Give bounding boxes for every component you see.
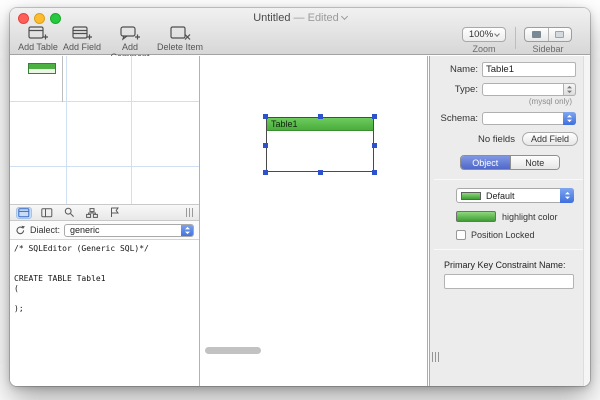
grid-line <box>10 166 199 167</box>
sql-editor[interactable]: /* SQLEditor (Generic SQL)*/ CREATE TABL… <box>10 240 199 386</box>
type-note: (mysql only) <box>528 97 572 106</box>
delete-item-button[interactable]: Delete Item <box>156 25 204 52</box>
inspector-sidebar: Name: Type: (mysql only) Schema: No fiel… <box>429 56 590 386</box>
highlight-color-well[interactable] <box>456 211 496 222</box>
table-view-icon[interactable] <box>16 206 32 219</box>
object-note-tabs: Object Note <box>460 155 560 170</box>
hierarchy-icon[interactable] <box>84 207 100 219</box>
name-label: Name: <box>450 64 478 75</box>
pane-resize-grip[interactable] <box>432 352 439 362</box>
add-field-label: Add Field <box>62 42 102 52</box>
sidebar-toggle-right[interactable] <box>547 28 572 41</box>
sql-line: ); <box>14 304 24 313</box>
selection-handle-s[interactable] <box>318 170 323 175</box>
add-table-label: Add Table <box>18 42 58 52</box>
sidebar-visible-icon <box>531 31 541 38</box>
mini-table-object[interactable] <box>28 63 56 74</box>
stepper-arrows-icon <box>563 83 576 96</box>
dialect-popup[interactable]: generic <box>64 223 194 237</box>
selection-handle-se[interactable] <box>372 170 377 175</box>
chevron-down-icon[interactable] <box>340 12 348 21</box>
columns-view-icon[interactable] <box>39 207 55 219</box>
sql-line <box>14 294 195 304</box>
toolbar-separator <box>515 27 516 49</box>
schema-popup[interactable] <box>482 112 576 125</box>
divider <box>434 249 586 250</box>
highlight-color-label: highlight color <box>502 211 558 222</box>
diagram-canvas[interactable]: Table1 <box>201 56 428 386</box>
add-table-button[interactable]: Add Table <box>16 25 60 52</box>
table-object[interactable]: Table1 <box>263 114 377 175</box>
dialect-label: Dialect: <box>30 225 61 235</box>
pane-drag-handle[interactable] <box>186 208 193 217</box>
primary-key-constraint-label: Primary Key Constraint Name: <box>444 260 566 270</box>
color-swatch <box>461 191 481 200</box>
tab-object[interactable]: Object <box>461 156 510 169</box>
sidebar-toggle <box>524 27 572 42</box>
sql-line <box>14 264 195 274</box>
color-popup[interactable]: Default <box>456 188 574 203</box>
grid-line <box>66 56 67 204</box>
color-value: Default <box>486 190 515 201</box>
sidebar-label: Sidebar <box>532 44 564 54</box>
chevron-down-icon <box>494 31 500 37</box>
table-object-header[interactable]: Table1 <box>267 118 373 131</box>
selection-handle-sw[interactable] <box>263 170 268 175</box>
popup-arrows-icon <box>181 224 194 236</box>
app-window: Untitled — Edited Add Table Add Field Ad… <box>10 8 590 386</box>
dialect-value: generic <box>70 224 100 235</box>
window-header: Untitled — Edited Add Table Add Field Ad… <box>10 8 590 62</box>
add-field-button[interactable]: Add Field <box>60 25 104 52</box>
flag-icon[interactable] <box>107 206 122 219</box>
name-field[interactable] <box>482 62 576 77</box>
primary-key-constraint-field[interactable] <box>444 274 574 289</box>
refresh-icon[interactable] <box>15 225 26 236</box>
delete-item-icon <box>156 25 204 42</box>
table-object-title: Table1 <box>271 119 298 129</box>
selection-handle-n[interactable] <box>318 114 323 119</box>
edited-status: — Edited <box>293 12 339 24</box>
position-locked-label: Position Locked <box>471 230 535 240</box>
popup-arrows-icon <box>563 112 576 125</box>
fields-status: No fields <box>478 133 515 145</box>
sidebar-hidden-icon <box>555 31 565 38</box>
add-field-icon <box>60 25 104 42</box>
popup-arrows-icon <box>560 188 574 203</box>
left-pane: Dialect: generic /* SQLEditor (Generic S… <box>10 56 200 386</box>
sidebar-toggle-left[interactable] <box>525 28 548 41</box>
grid-line <box>131 56 132 204</box>
divider <box>434 179 586 180</box>
dialect-row: Dialect: generic <box>10 221 199 240</box>
type-combo[interactable] <box>482 83 576 96</box>
grid-line <box>10 101 199 102</box>
add-field-button-sidebar[interactable]: Add Field <box>521 132 578 146</box>
add-table-icon <box>16 25 60 42</box>
selection-handle-w[interactable] <box>263 142 268 148</box>
sql-line: /* SQLEditor (Generic SQL)*/ <box>14 244 149 253</box>
add-comment-icon <box>104 25 156 42</box>
sql-panel-toolbar <box>10 204 199 221</box>
document-title: Untitled <box>253 12 291 24</box>
selection-handle-ne[interactable] <box>372 114 377 119</box>
selection-handle-e[interactable] <box>372 142 377 148</box>
tab-note[interactable]: Note <box>509 156 559 169</box>
delete-item-label: Delete Item <box>156 42 204 52</box>
sql-line: ( <box>14 284 19 293</box>
zoom-control[interactable]: 100% <box>462 27 506 42</box>
selection-handle-nw[interactable] <box>263 114 268 119</box>
type-label: Type: <box>454 84 478 95</box>
window-title: Untitled — Edited <box>10 12 590 24</box>
sidebar-scrollbar-track[interactable] <box>583 56 590 386</box>
sql-line: CREATE TABLE Table1 <box>14 274 106 283</box>
schema-label: Schema: <box>440 113 479 124</box>
overview-canvas[interactable] <box>10 56 199 204</box>
search-icon[interactable] <box>62 206 77 219</box>
sql-line <box>14 254 195 264</box>
zoom-value: 100% <box>468 29 494 40</box>
position-locked-checkbox[interactable] <box>456 230 466 240</box>
horizontal-scrollbar[interactable] <box>205 347 261 354</box>
page-edge <box>62 56 63 102</box>
zoom-label: Zoom <box>472 44 496 54</box>
